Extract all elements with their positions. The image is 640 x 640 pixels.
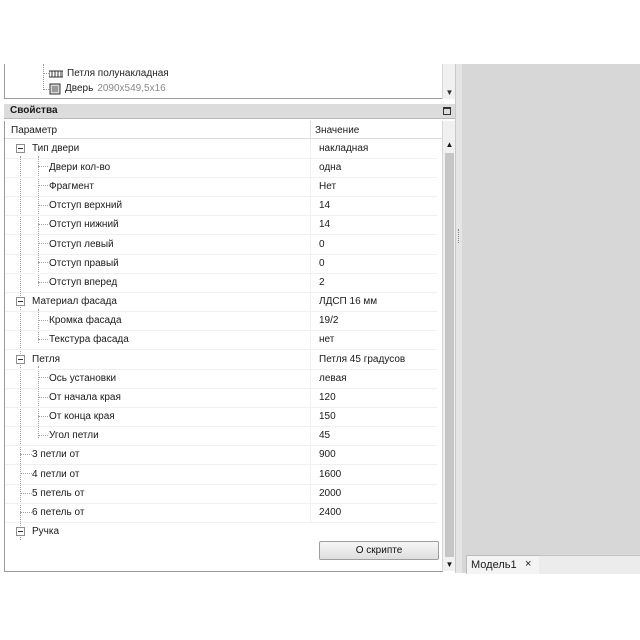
property-row[interactable]: 6 петель от 2400 <box>5 503 437 523</box>
property-value[interactable]: 900 <box>319 449 336 460</box>
property-row[interactable]: Фрагмент Нет <box>5 177 437 197</box>
property-name: От конца края <box>49 411 115 422</box>
collapse-icon[interactable] <box>16 355 25 364</box>
tree-item-dimensions: 2090x549,5x16 <box>97 83 166 94</box>
property-name: Отступ вперед <box>49 277 118 288</box>
property-name: Текстура фасада <box>49 334 129 345</box>
property-grid: Параметр Значение Тип двери накладная Дв… <box>4 121 443 572</box>
property-value[interactable]: 45 <box>319 430 330 441</box>
grid-header: Параметр Значение <box>5 121 443 139</box>
property-row[interactable]: Кромка фасада 19/2 <box>5 311 437 331</box>
property-value[interactable]: 0 <box>319 258 325 269</box>
property-value[interactable]: ЛДСП 16 мм <box>319 296 377 307</box>
tab-model1[interactable]: Модель1 × <box>466 555 540 574</box>
property-value[interactable]: левая <box>319 373 347 384</box>
close-icon[interactable]: × <box>525 558 531 570</box>
tree-item-door[interactable]: Дверь 2090x549,5x16 <box>49 81 166 96</box>
property-name: Кромка фасада <box>49 315 122 326</box>
property-name: Ось установки <box>49 373 117 384</box>
property-row[interactable]: Двери кол-во одна <box>5 158 437 178</box>
property-value[interactable]: Петля 45 градусов <box>319 354 405 365</box>
property-value[interactable]: 19/2 <box>319 315 338 326</box>
property-name: Материал фасада <box>32 296 117 307</box>
property-value[interactable]: накладная <box>319 143 368 154</box>
object-tree: Петля полунакладная Дверь 2090x549,5x16 <box>4 64 456 99</box>
door-icon <box>49 83 61 94</box>
property-row[interactable]: Текстура фасада нет <box>5 330 437 350</box>
property-value[interactable]: 14 <box>319 200 330 211</box>
property-name: Отступ левый <box>49 239 114 250</box>
property-name: Угол петли <box>49 430 99 441</box>
collapse-icon[interactable] <box>16 527 25 536</box>
property-row[interactable]: Отступ верхний 14 <box>5 196 437 216</box>
property-value[interactable]: 150 <box>319 411 336 422</box>
property-row-door-type[interactable]: Тип двери накладная <box>5 139 437 159</box>
collapse-icon[interactable] <box>16 144 25 153</box>
property-row[interactable]: Отступ левый 0 <box>5 235 437 255</box>
tree-item-label: Петля полунакладная <box>67 68 169 79</box>
property-row-hinge[interactable]: Петля Петля 45 градусов <box>5 350 437 370</box>
tree-item-hinge[interactable]: Петля полунакладная <box>49 66 169 81</box>
hinge-icon <box>49 70 63 77</box>
column-divider[interactable] <box>310 121 311 138</box>
property-row-facade-material[interactable]: Материал фасада ЛДСП 16 мм <box>5 292 437 312</box>
property-name: 6 петель от <box>32 507 85 518</box>
tab-label: Модель1 <box>471 559 517 571</box>
property-row[interactable]: От конца края 150 <box>5 407 437 427</box>
property-name: 3 петли от <box>32 449 80 460</box>
tree-item-label: Дверь <box>65 83 94 94</box>
property-row[interactable]: Угол петли 45 <box>5 426 437 446</box>
panel-title: Свойства <box>10 105 58 116</box>
property-value[interactable]: 14 <box>319 219 330 230</box>
application-window: Петля полунакладная Дверь 2090x549,5x16 … <box>0 0 640 640</box>
property-value[interactable]: 2400 <box>319 507 341 518</box>
property-row-handle[interactable]: Ручка <box>5 522 437 541</box>
property-value[interactable]: одна <box>319 162 341 173</box>
scrollbar-thumb[interactable] <box>445 153 454 557</box>
property-name: Отступ верхний <box>49 200 123 211</box>
property-grid-scrollbar[interactable]: ▲ ▼ <box>442 121 456 571</box>
property-value[interactable]: 0 <box>319 239 325 250</box>
column-header-value[interactable]: Значение <box>315 125 359 136</box>
property-row[interactable]: Ось установки левая <box>5 369 437 389</box>
property-value[interactable]: 120 <box>319 392 336 403</box>
property-row[interactable]: 3 петли от 900 <box>5 445 437 465</box>
property-name: Отступ нижний <box>49 219 119 230</box>
tree-scrollbar[interactable]: ▼ <box>442 64 456 99</box>
property-name: 4 петли от <box>32 469 80 480</box>
property-name: От начала края <box>49 392 121 403</box>
column-header-parameter[interactable]: Параметр <box>11 125 57 136</box>
property-row[interactable]: Отступ вперед 2 <box>5 273 437 293</box>
property-value[interactable]: 2000 <box>319 488 341 499</box>
property-name: Отступ правый <box>49 258 119 269</box>
property-value[interactable]: 1600 <box>319 469 341 480</box>
property-value[interactable]: Нет <box>319 181 336 192</box>
property-name: Петля <box>32 354 61 365</box>
property-row[interactable]: 5 петель от 2000 <box>5 484 437 504</box>
property-name: Фрагмент <box>49 181 94 192</box>
collapse-icon[interactable] <box>16 297 25 306</box>
tab-strip <box>539 555 640 574</box>
property-row[interactable]: 4 петли от 1600 <box>5 465 437 485</box>
property-row[interactable]: Отступ нижний 14 <box>5 215 437 235</box>
properties-panel-header: Свойства <box>4 104 455 119</box>
property-row[interactable]: От начала края 120 <box>5 388 437 408</box>
maximize-icon[interactable] <box>443 107 451 115</box>
model-viewport[interactable] <box>462 64 640 573</box>
property-name: Двери кол-во <box>49 162 111 173</box>
property-value[interactable]: нет <box>319 334 334 345</box>
property-name: Ручка <box>32 526 60 537</box>
property-name: Тип двери <box>32 143 80 154</box>
property-value[interactable]: 2 <box>319 277 325 288</box>
property-name: 5 петель от <box>32 488 85 499</box>
about-script-button[interactable]: О скрипте <box>319 541 439 560</box>
property-row[interactable]: Отступ правый 0 <box>5 254 437 274</box>
